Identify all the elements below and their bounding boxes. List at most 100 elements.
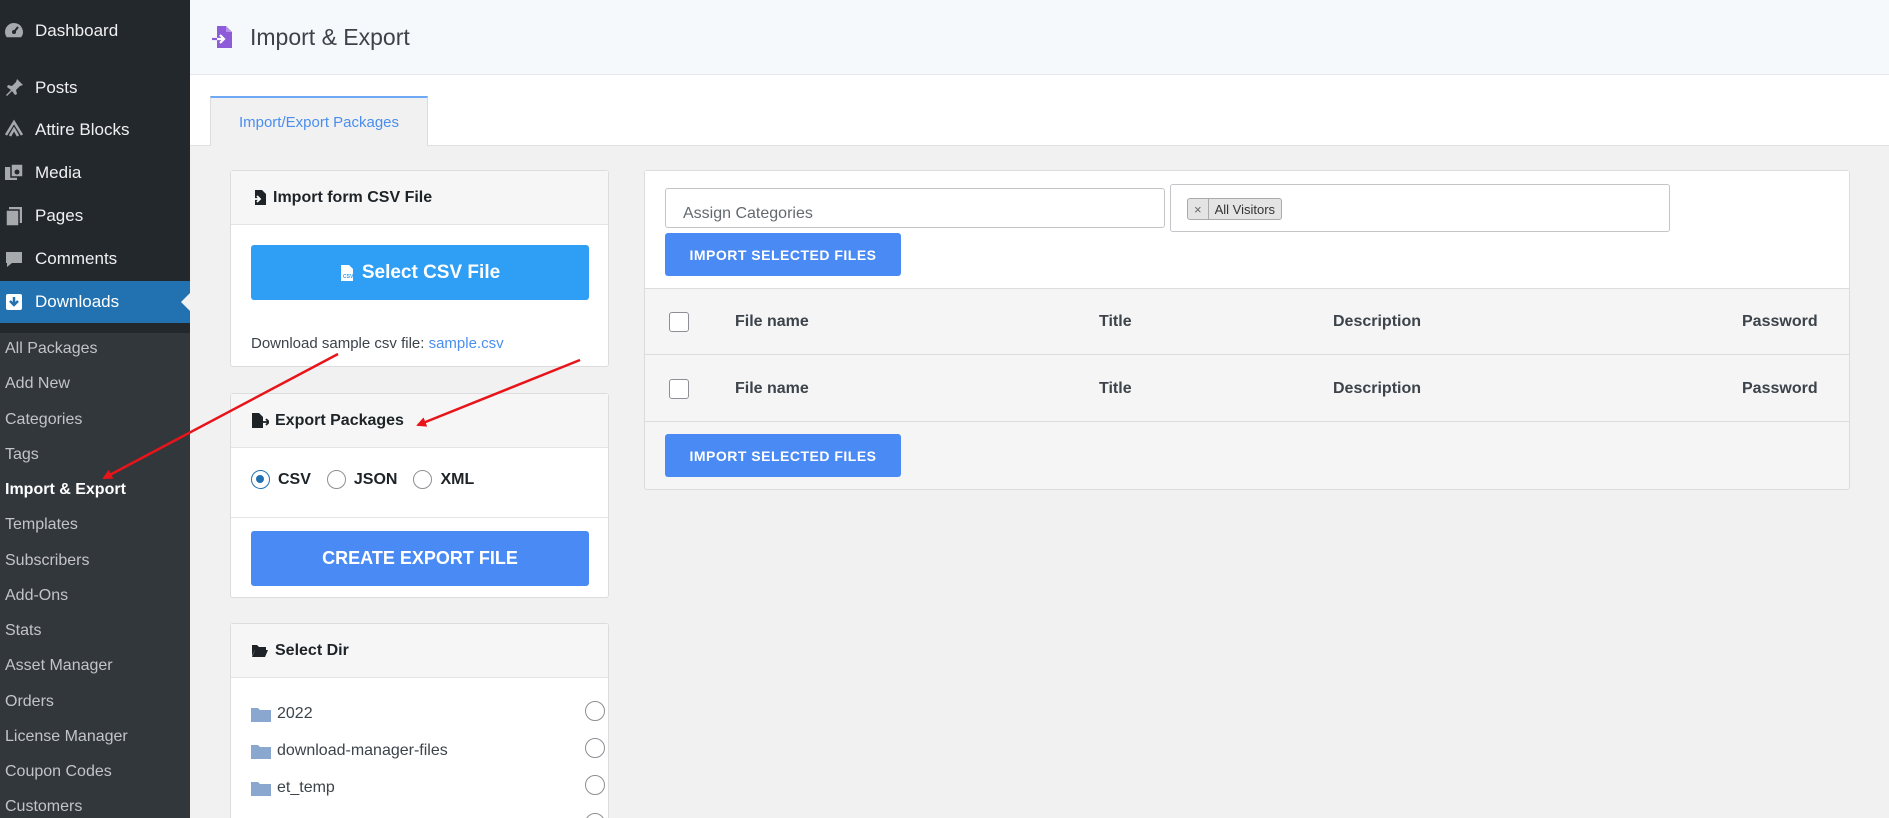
sample-label: Download sample csv file: <box>251 335 429 352</box>
media-icon <box>2 161 26 185</box>
submenu-tags[interactable]: Tags <box>5 443 39 467</box>
divider <box>231 517 608 518</box>
submenu-import-export[interactable]: Import & Export <box>5 478 126 502</box>
import-selected-files-button-top[interactable]: IMPORT SELECTED FILES <box>665 233 901 276</box>
submenu-all-packages[interactable]: All Packages <box>5 337 98 361</box>
admin-sidebar: Dashboard Posts Attire Blocks Media Page… <box>0 0 190 818</box>
submenu-coupon-codes[interactable]: Coupon Codes <box>5 760 112 784</box>
csv-file-icon: CSV <box>340 264 354 282</box>
select-dir-panel: Select Dir 2022 download-manager-files e… <box>230 623 609 818</box>
dir-row[interactable]: 2022 <box>251 700 605 728</box>
access-select[interactable]: × All Visitors <box>1170 184 1670 232</box>
column-password: Password <box>1742 380 1818 397</box>
menu-label: Dashboard <box>35 21 119 40</box>
pages-icon <box>2 204 26 228</box>
submenu-stats[interactable]: Stats <box>5 619 41 643</box>
assign-categories-field[interactable]: Assign Categories <box>665 188 1165 228</box>
dir-name: 2022 <box>277 705 313 722</box>
panel-header: Import form CSV File <box>231 171 608 225</box>
dir-row[interactable]: et_temp <box>251 774 605 802</box>
export-format-group: CSV JSON XML <box>251 470 474 489</box>
pin-icon <box>2 76 26 100</box>
submenu-categories[interactable]: Categories <box>5 408 82 432</box>
menu-label: Attire Blocks <box>35 120 130 139</box>
radio-csv[interactable] <box>251 470 270 489</box>
menu-media[interactable]: Media <box>0 152 190 194</box>
submenu-orders[interactable]: Orders <box>5 690 54 714</box>
button-label: Select CSV File <box>361 261 501 283</box>
radio-json[interactable] <box>326 470 346 489</box>
file-export-icon <box>251 412 269 429</box>
comments-icon <box>2 247 26 271</box>
menu-attire-blocks[interactable]: Attire Blocks <box>0 109 190 151</box>
sample-download-text: Download sample csv file: sample.csv <box>251 335 504 352</box>
menu-label: Comments <box>35 249 118 268</box>
dir-name: et_temp <box>277 779 335 796</box>
submenu-add-new[interactable]: Add New <box>5 372 70 396</box>
import-export-icon <box>210 24 236 50</box>
dir-radio[interactable] <box>585 813 605 818</box>
column-file-name: File name <box>735 313 809 330</box>
select-all-checkbox-footer[interactable] <box>669 379 689 399</box>
dir-row[interactable] <box>251 812 605 818</box>
folder-icon <box>251 707 271 722</box>
categories-placeholder: Assign Categories <box>683 205 813 222</box>
svg-text:CSV: CSV <box>343 274 354 280</box>
import-files-panel: Assign Categories × All Visitors IMPORT … <box>644 170 1850 490</box>
export-packages-panel: Export Packages CSV JSON XML CREATE EXPO… <box>230 393 609 598</box>
folder-icon <box>251 744 271 759</box>
downloads-submenu: All Packages Add New Categories Tags Imp… <box>0 333 190 818</box>
folder-open-icon <box>251 643 269 658</box>
select-csv-button[interactable]: CSV Select CSV File <box>251 245 589 300</box>
column-file-name: File name <box>735 380 809 397</box>
menu-label: Pages <box>35 206 84 225</box>
panel-title: Select Dir <box>275 641 349 659</box>
dir-row[interactable]: download-manager-files <box>251 737 605 765</box>
folder-icon <box>251 781 271 796</box>
column-title: Title <box>1099 380 1132 397</box>
table-footer-row: File name Title Description Password <box>645 356 1849 422</box>
column-description: Description <box>1333 380 1422 397</box>
tab-import-export-packages[interactable]: Import/Export Packages <box>210 96 428 146</box>
menu-dashboard[interactable]: Dashboard <box>0 10 190 52</box>
panel-header: Export Packages <box>231 394 608 448</box>
access-tag: × All Visitors <box>1187 198 1283 220</box>
panel-title: Export Packages <box>275 411 404 429</box>
submenu-add-ons[interactable]: Add-Ons <box>5 584 68 608</box>
format-label-json: JSON <box>353 470 398 488</box>
page-header: Import & Export <box>190 0 1889 75</box>
submenu-templates[interactable]: Templates <box>5 513 78 537</box>
table-header-row: File name Title Description Password <box>645 289 1849 355</box>
panel-header: Select Dir <box>231 624 608 678</box>
import-selected-files-button-bottom[interactable]: IMPORT SELECTED FILES <box>665 434 901 477</box>
submenu-subscribers[interactable]: Subscribers <box>5 549 89 573</box>
menu-label: Posts <box>35 78 78 97</box>
tag-label: All Visitors <box>1214 201 1276 217</box>
blocks-icon <box>2 118 26 142</box>
menu-pages[interactable]: Pages <box>0 195 190 237</box>
column-password: Password <box>1742 313 1818 330</box>
select-all-checkbox[interactable] <box>669 312 689 332</box>
sample-csv-link[interactable]: sample.csv <box>429 335 504 352</box>
dir-radio[interactable] <box>585 738 605 758</box>
create-export-file-button[interactable]: CREATE EXPORT FILE <box>251 531 589 586</box>
column-title: Title <box>1099 313 1132 330</box>
menu-label: Media <box>35 163 82 182</box>
tab-bar: Import/Export Packages <box>190 75 1889 146</box>
submenu-asset-manager[interactable]: Asset Manager <box>5 654 113 678</box>
import-csv-panel: Import form CSV File CSV Select CSV File… <box>230 170 609 367</box>
page-title: Import & Export <box>250 23 410 50</box>
menu-downloads[interactable]: Downloads <box>0 281 190 323</box>
download-icon <box>2 290 26 314</box>
submenu-license-manager[interactable]: License Manager <box>5 725 128 749</box>
radio-xml[interactable] <box>413 470 433 489</box>
tag-remove-icon[interactable]: × <box>1188 199 1209 219</box>
menu-label: Downloads <box>35 292 120 311</box>
menu-comments[interactable]: Comments <box>0 238 190 280</box>
column-description: Description <box>1333 313 1422 330</box>
submenu-customers[interactable]: Customers <box>5 795 82 818</box>
dir-radio[interactable] <box>585 775 605 795</box>
menu-posts[interactable]: Posts <box>0 67 190 109</box>
dir-radio[interactable] <box>585 701 605 721</box>
format-label-csv: CSV <box>278 470 311 488</box>
